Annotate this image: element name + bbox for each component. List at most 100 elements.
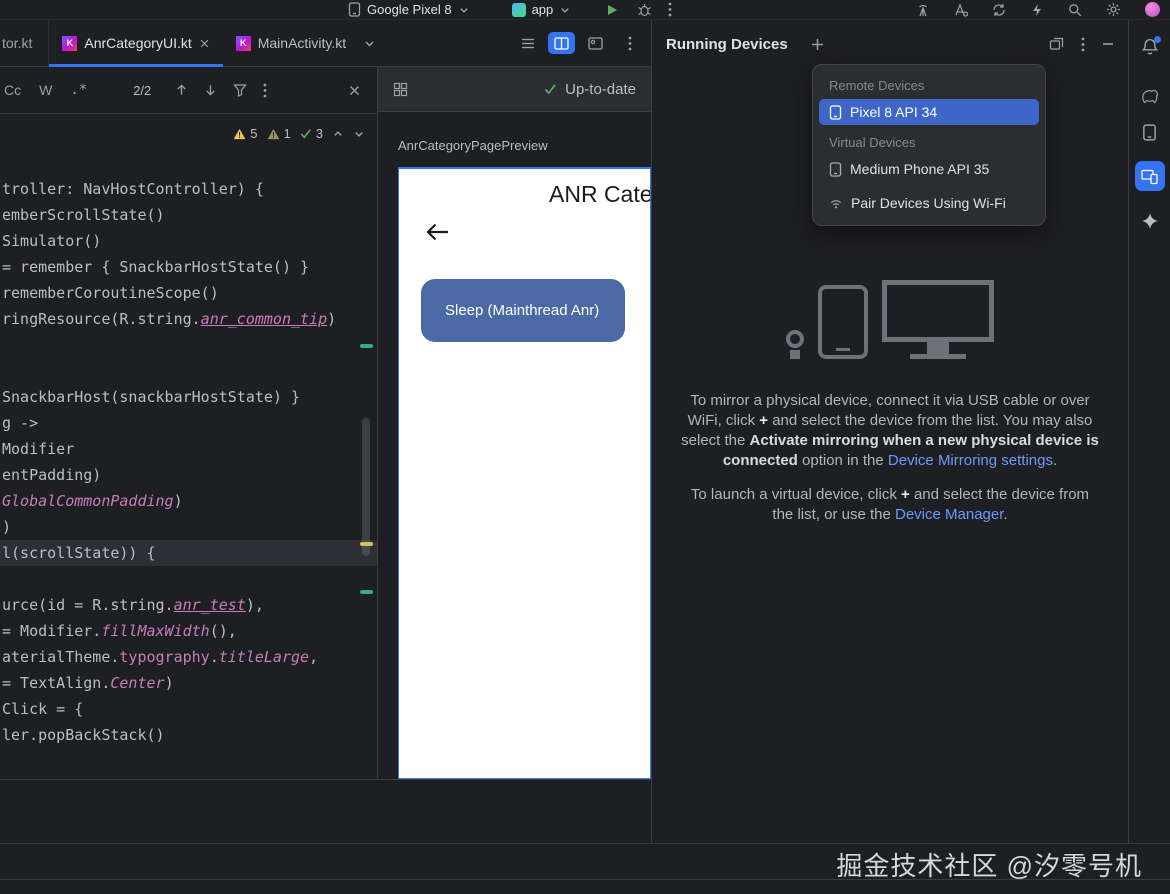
split-view-toggle[interactable] (548, 32, 575, 54)
kotlin-file-icon: K (62, 36, 77, 51)
filter-icon[interactable] (233, 83, 247, 97)
debug-button[interactable] (637, 3, 652, 17)
device-selector[interactable]: Google Pixel 8 (348, 2, 470, 17)
words-toggle[interactable]: W (39, 82, 52, 98)
editor-tab-bar: tor.kt K AnrCategoryUI.kt K MainActivity… (0, 20, 651, 67)
build-status: Up-to-date (544, 81, 636, 98)
weak-warnings-count: 1 (267, 126, 291, 141)
code-line: ringResource(R.string.anr_common_tip) (0, 306, 377, 332)
code-line: = Modifier.fillMaxWidth(), (0, 618, 377, 644)
tab-partial-label: tor.kt (2, 35, 32, 51)
editor-scrollbar[interactable] (362, 418, 370, 556)
profile-avatar[interactable] (1145, 2, 1160, 17)
code-line: troller: NavHostController) { (0, 176, 377, 202)
virtual-phone-icon (829, 162, 842, 177)
code-line: urce(id = R.string.anr_test), (0, 592, 377, 618)
settings-gear-icon[interactable] (1106, 2, 1121, 17)
search-match-marker (360, 590, 373, 594)
device-manager-icon[interactable] (1142, 124, 1157, 141)
next-problem-chevron-icon[interactable] (353, 128, 365, 140)
prev-match-button[interactable] (175, 83, 188, 97)
plus-icon: + (759, 412, 768, 429)
virtual-devices-header: Virtual Devices (813, 126, 1045, 155)
gradle-icon[interactable] (1140, 89, 1159, 104)
next-match-button[interactable] (204, 83, 217, 97)
search-icon[interactable] (1068, 3, 1082, 17)
editor-options-kebab-icon[interactable] (616, 32, 643, 54)
remote-devices-header: Remote Devices (813, 69, 1045, 98)
gemini-star-icon[interactable] (1141, 212, 1159, 230)
preview-component-name[interactable]: AnrCategoryPagePreview (398, 138, 651, 153)
notification-dot (1154, 36, 1161, 43)
tv-illustration-icon (882, 280, 994, 359)
code-line (0, 332, 377, 358)
design-view-toggle[interactable] (582, 32, 609, 54)
running-devices-header: Running Devices (652, 20, 1128, 68)
prev-problem-chevron-icon[interactable] (332, 128, 344, 140)
translate-icon[interactable] (954, 3, 968, 17)
close-icon[interactable] (199, 38, 210, 49)
close-find-button[interactable] (348, 84, 361, 97)
device-manager-link[interactable]: Device Manager (895, 506, 1003, 523)
code-editor-pane: Cc W .* 2/2 (0, 67, 378, 779)
main-toolbar: Google Pixel 8 app (0, 0, 1170, 20)
preview-screen-title: ANR Cate (549, 181, 651, 208)
code-line: rememberCoroutineScope() (0, 280, 377, 306)
more-actions-button[interactable] (668, 2, 672, 17)
code-line: emberScrollState() (0, 202, 377, 228)
float-window-icon[interactable] (1049, 37, 1064, 51)
chevron-down-icon (458, 4, 470, 16)
code-line: ) (0, 514, 377, 540)
sdk-manager-icon[interactable] (1030, 3, 1044, 17)
code-line: aterialTheme.typography.titleLarge, (0, 644, 377, 670)
code-line: = remember { SnackbarHostState() } (0, 254, 377, 280)
code-line: Simulator() (0, 228, 377, 254)
run-config-selector[interactable]: app (512, 2, 572, 17)
watch-illustration-icon (786, 330, 804, 359)
code-line: GlobalCommonPadding) (0, 488, 377, 514)
preview-grid-icon[interactable] (393, 82, 408, 97)
add-device-plus-button[interactable] (810, 37, 825, 52)
android-studio-window: Google Pixel 8 app (0, 0, 1170, 894)
code-line: ler.popBackStack() (0, 722, 377, 748)
code-line: SnackbarHost(snackbarHostState) } (0, 384, 377, 410)
tab-partial[interactable]: tor.kt (0, 20, 49, 66)
match-case-toggle[interactable]: Cc (4, 82, 21, 98)
popup-item-medium-phone[interactable]: Medium Phone API 35 (819, 156, 1039, 182)
sync-icon[interactable] (992, 3, 1006, 17)
preview-device-frame[interactable]: ANR Cate Sleep (Mainthread Anr) (398, 167, 651, 779)
tab-mainactivity[interactable]: K MainActivity.kt (223, 20, 359, 66)
code-view-toggle[interactable] (514, 32, 541, 54)
code-line: g -> (0, 410, 377, 436)
preview-toolbar: Up-to-date (378, 67, 651, 112)
code-area[interactable]: 5 1 3 (0, 114, 377, 779)
phone-icon (348, 2, 361, 17)
match-count: 2/2 (133, 83, 151, 98)
mirror-instructions: To mirror a physical device, connect it … (680, 391, 1100, 471)
running-devices-icon[interactable] (1135, 161, 1165, 191)
device-tower-icon[interactable] (916, 3, 930, 17)
watermark: 掘金技术社区 @汐零号机 (836, 846, 1142, 883)
inspections-widget[interactable]: 5 1 3 (233, 126, 365, 141)
run-button[interactable] (605, 3, 619, 17)
weak-warning-icon (267, 128, 280, 140)
kotlin-file-icon: K (236, 36, 251, 51)
device-mirroring-settings-link[interactable]: Device Mirroring settings (888, 452, 1053, 469)
notifications-bell-icon[interactable] (1141, 38, 1159, 56)
chevron-down-icon (559, 4, 571, 16)
code-line: Click = { (0, 696, 377, 722)
find-options-kebab-icon[interactable] (263, 83, 267, 98)
panel-title: Running Devices (666, 36, 788, 53)
regex-toggle[interactable]: .* (70, 82, 87, 98)
code-line: entPadding) (0, 462, 377, 488)
tab-label: MainActivity.kt (258, 35, 346, 51)
tab-list-chevron-icon[interactable] (363, 20, 376, 66)
device-selection-popup: Remote Devices Pixel 8 API 34 Virtual De… (812, 64, 1046, 226)
plus-icon: + (901, 486, 910, 503)
popup-item-pixel-8[interactable]: Pixel 8 API 34 (819, 99, 1039, 125)
panel-options-kebab-icon[interactable] (1081, 37, 1085, 52)
warning-icon (233, 128, 246, 140)
hide-panel-icon[interactable] (1102, 42, 1114, 46)
tab-anrcategoryui[interactable]: K AnrCategoryUI.kt (49, 20, 222, 66)
popup-item-pair-wifi[interactable]: Pair Devices Using Wi-Fi (819, 190, 1039, 216)
